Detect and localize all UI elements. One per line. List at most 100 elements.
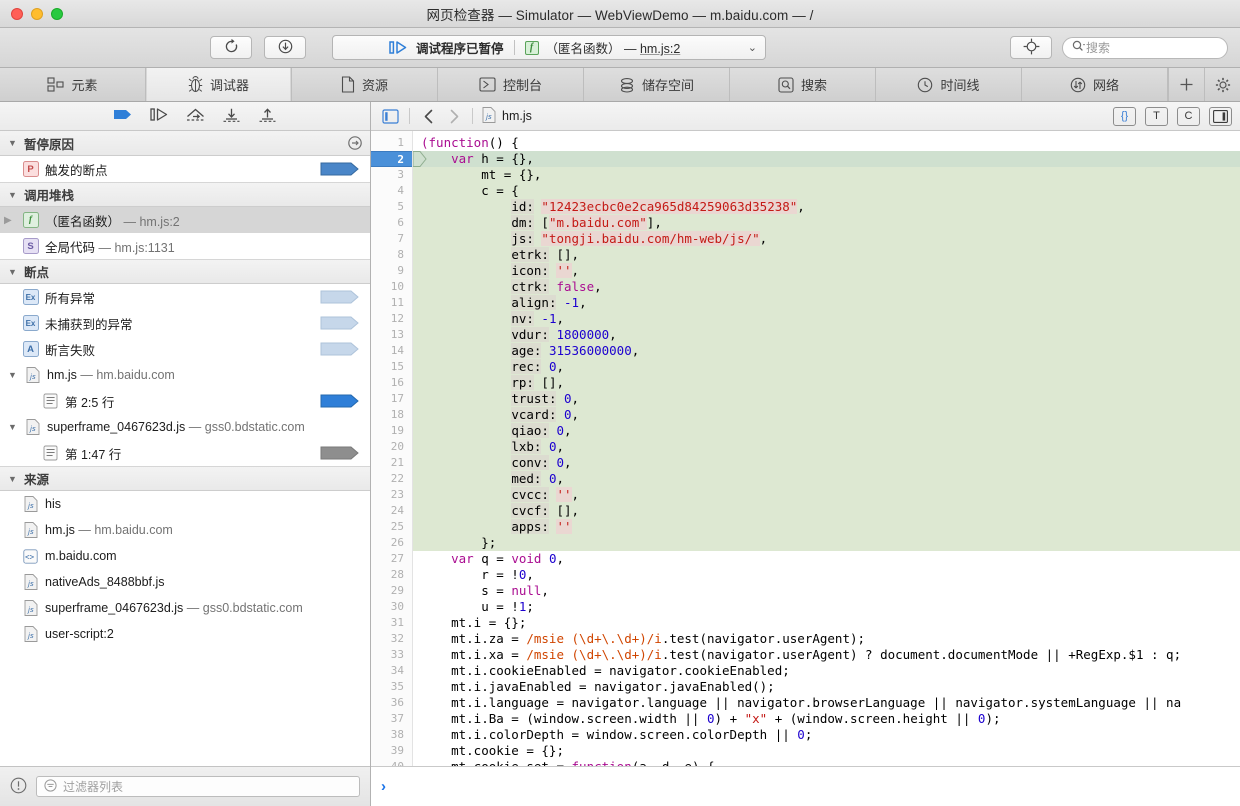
line-number[interactable]: 24 [371,503,412,519]
breakpoint-uncaught-exceptions[interactable]: Ex 未捕获到的异常 [0,310,370,336]
pretty-print-button[interactable]: {} [1113,107,1136,126]
line-number[interactable]: 13 [371,327,412,343]
code-line[interactable]: ctrk: false, [413,279,1240,295]
code-line[interactable]: apps: '' [413,519,1240,535]
line-number[interactable]: 9 [371,263,412,279]
line-number[interactable]: 30 [371,599,412,615]
pause-reason-settings-icon[interactable] [348,136,362,153]
code-line[interactable]: conv: 0, [413,455,1240,471]
show-coverage-button[interactable]: C [1177,107,1200,126]
code-line[interactable]: mt.i.cookieEnabled = navigator.cookieEna… [413,663,1240,679]
code-line[interactable]: icon: '', [413,263,1240,279]
code-text[interactable]: (function() { var h = {}, mt = {}, c = {… [413,131,1240,766]
line-number[interactable]: 15 [371,359,412,375]
show-type-info-button[interactable]: T [1145,107,1168,126]
line-number[interactable]: 1 [371,135,412,151]
debugger-status-bar[interactable]: 调试程序已暂停 f （匿名函数） — hm.js:2 ⌄ [332,35,766,60]
code-line[interactable]: mt.i = {}; [413,615,1240,631]
line-number[interactable]: 26 [371,535,412,551]
line-number[interactable]: 4 [371,183,412,199]
source-item-his[interactable]: js his [0,491,370,517]
code-line[interactable]: id: "12423ecbc0e2ca965d84259063d35238", [413,199,1240,215]
section-header-call-stack[interactable]: ▼ 调用堆栈 [0,182,370,207]
code-line[interactable]: mt = {}, [413,167,1240,183]
step-into-button[interactable] [184,106,206,126]
line-number[interactable]: 38 [371,727,412,743]
call-stack-frame-anonymous[interactable]: ▶ f （匿名函数） — hm.js:2 [0,207,370,233]
code-line[interactable]: align: -1, [413,295,1240,311]
line-number[interactable]: 36 [371,695,412,711]
code-line[interactable]: (function() { [413,135,1240,151]
code-line[interactable]: cvcc: '', [413,487,1240,503]
tab-resources[interactable]: 资源 [292,68,438,101]
line-number[interactable]: 28 [371,567,412,583]
navigate-back-button[interactable] [417,106,440,127]
breakpoint-toggle[interactable] [320,316,360,330]
code-line[interactable]: nv: -1, [413,311,1240,327]
code-line[interactable]: mt.i.Ba = (window.screen.width || 0) + "… [413,711,1240,727]
breakpoint-all-exceptions[interactable]: Ex 所有异常 [0,284,370,310]
line-number[interactable]: 20 [371,439,412,455]
line-number[interactable]: 22 [371,471,412,487]
breakpoint-assertion-failures[interactable]: A 断言失败 [0,336,370,362]
code-line[interactable]: rp: [], [413,375,1240,391]
code-line[interactable]: vdur: 1800000, [413,327,1240,343]
line-number[interactable]: 17 [371,391,412,407]
console-prompt-bar[interactable]: › [371,766,1240,806]
code-line[interactable]: qiao: 0, [413,423,1240,439]
vertical-scrollbar[interactable] [1232,131,1240,766]
resume-icon[interactable] [389,41,408,54]
code-line[interactable]: lxb: 0, [413,439,1240,455]
code-line[interactable]: mt.i.xa = /msie (\d+\.\d+)/i.test(naviga… [413,647,1240,663]
code-line[interactable]: js: "tongji.baidu.com/hm-web/js/", [413,231,1240,247]
left-sidebar-toggle-button[interactable] [379,106,402,127]
step-in-button[interactable] [220,106,242,126]
breakpoint-toggle[interactable] [320,342,360,356]
code-line[interactable]: trust: 0, [413,391,1240,407]
code-line[interactable]: etrk: [], [413,247,1240,263]
line-number[interactable]: 3 [371,167,412,183]
line-number[interactable]: 5 [371,199,412,215]
line-number[interactable]: 10 [371,279,412,295]
line-number[interactable]: 25 [371,519,412,535]
chevron-down-icon[interactable]: ⌄ [748,41,757,54]
line-number[interactable]: 32 [371,631,412,647]
code-line[interactable]: s = null, [413,583,1240,599]
line-number[interactable]: 34 [371,663,412,679]
tab-debugger[interactable]: 调试器 [146,68,292,101]
line-number[interactable]: 7 [371,231,412,247]
code-line[interactable]: var h = {}, [413,151,1240,167]
pause-resume-button[interactable] [112,106,134,126]
warning-circle-icon[interactable] [10,777,27,797]
code-line[interactable]: mt.i.za = /msie (\d+\.\d+)/i.test(naviga… [413,631,1240,647]
code-line[interactable]: mt.cookie.set = function(a, d, e) { [413,759,1240,766]
code-line[interactable]: age: 31536000000, [413,343,1240,359]
line-number[interactable]: 23 [371,487,412,503]
section-header-breakpoints[interactable]: ▼ 断点 [0,259,370,284]
breakpoint-file-hm-js[interactable]: ▼ js hm.js — hm.baidu.com [0,362,370,388]
line-number[interactable]: 11 [371,295,412,311]
breakpoint-toggle[interactable] [320,446,360,460]
code-line[interactable]: rec: 0, [413,359,1240,375]
expand-caret-icon[interactable]: ▶ [4,207,12,233]
line-number[interactable]: 31 [371,615,412,631]
line-number[interactable]: 29 [371,583,412,599]
line-number[interactable]: 6 [371,215,412,231]
pause-reason-item[interactable]: P 触发的断点 [0,156,370,182]
close-button[interactable] [11,8,23,20]
code-line[interactable]: c = { [413,183,1240,199]
code-line[interactable]: mt.i.javaEnabled = navigator.javaEnabled… [413,679,1240,695]
line-number[interactable]: 33 [371,647,412,663]
step-over-button[interactable] [148,106,170,126]
download-button[interactable] [264,36,306,59]
breakpoint-line-2-5[interactable]: 第 2:5 行 [0,388,370,414]
code-line[interactable]: cvcf: [], [413,503,1240,519]
code-line[interactable]: r = !0, [413,567,1240,583]
element-select-button[interactable] [1010,36,1052,59]
code-line[interactable]: u = !1; [413,599,1240,615]
tab-storage[interactable]: 储存空间 [584,68,730,101]
maximize-button[interactable] [51,8,63,20]
line-number[interactable]: 39 [371,743,412,759]
breakpoint-toggle[interactable] [320,290,360,304]
tab-console[interactable]: 控制台 [438,68,584,101]
